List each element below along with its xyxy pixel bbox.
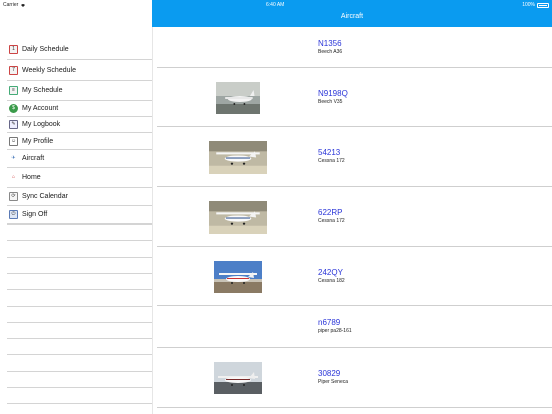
- page-title: Aircraft: [340, 13, 364, 20]
- aircraft-type: Cessna 172: [318, 218, 345, 224]
- menu-item-daily-schedule[interactable]: 1 Daily Schedule: [7, 40, 152, 60]
- side-menu: 1 Daily Schedule 7 Weekly Schedule ≡ My Sched…: [0, 0, 152, 414]
- dollar-icon: $: [9, 104, 18, 113]
- aircraft-type: Piper Seneca: [318, 379, 349, 385]
- menu-item-my-logbook[interactable]: ✎ My Logbook: [7, 117, 152, 133]
- menu-item-label: Aircraft: [22, 155, 45, 162]
- aircraft-tail-number[interactable]: 242QY: [318, 268, 343, 277]
- aircraft-row[interactable]: 622RP Cessna 172: [157, 187, 552, 247]
- aircraft-type: piper pa28-161: [318, 328, 352, 334]
- menu-item-my-account[interactable]: $ My Account: [7, 101, 152, 117]
- airplane-icon: ✈: [9, 154, 18, 163]
- menu-item-label: Sync Calendar: [22, 193, 68, 200]
- aircraft-type: Cessna 182: [318, 278, 345, 284]
- aircraft-tail-number[interactable]: 54213: [318, 148, 340, 157]
- menu-item-sign-off[interactable]: ⏻ Sign Off: [7, 206, 152, 224]
- aircraft-photo-beech: [216, 82, 260, 114]
- calendar-icon: 1: [9, 45, 18, 54]
- menu-item-weekly-schedule[interactable]: 7 Weekly Schedule: [7, 60, 152, 81]
- battery-percent: 100%: [522, 2, 535, 8]
- aircraft-type: Beech A36: [318, 49, 343, 55]
- menu-item-label: Weekly Schedule: [22, 66, 76, 74]
- status-bar: Carrier 6:40 AM 100%: [0, 0, 552, 10]
- empty-row-separator: [7, 224, 152, 225]
- wifi-icon: [21, 4, 26, 7]
- aircraft-tail-number[interactable]: 30829: [318, 369, 340, 378]
- menu-item-label: My Schedule: [22, 87, 63, 94]
- clock: 6:40 AM: [266, 2, 285, 8]
- empty-row-separator: [7, 289, 152, 290]
- empty-row-separator: [7, 403, 152, 404]
- menu-item-label: Home: [22, 174, 41, 181]
- home-icon: ⌂: [9, 173, 18, 182]
- menu-item-label: My Logbook: [22, 121, 61, 128]
- empty-row-separator: [7, 322, 152, 323]
- aircraft-photo-hangar: [209, 141, 267, 174]
- empty-row-separator: [7, 338, 152, 339]
- logbook-icon: ✎: [9, 120, 18, 129]
- menu-item-my-profile[interactable]: ☺ My Profile: [7, 133, 152, 150]
- aircraft-tail-number[interactable]: 622RP: [318, 208, 342, 217]
- menu-item-label: My Profile: [22, 137, 54, 145]
- aircraft-tail-number[interactable]: N9198Q: [318, 89, 348, 98]
- menu-item-label: Daily Schedule: [22, 46, 69, 53]
- aircraft-photo-hangar: [209, 201, 267, 234]
- aircraft-tail-number[interactable]: N1356: [318, 39, 342, 48]
- aircraft-tail-number[interactable]: n6789: [318, 318, 340, 327]
- menu-item-home[interactable]: ⌂ Home: [7, 168, 152, 188]
- empty-row-separator: [7, 306, 152, 307]
- menu-item-aircraft[interactable]: ✈ Aircraft: [7, 150, 152, 168]
- aircraft-type: Beech V35: [318, 99, 343, 105]
- schedule-icon: ≡: [9, 86, 18, 95]
- aircraft-type: Cessna 172: [318, 158, 345, 164]
- aircraft-row[interactable]: n6789 piper pa28-161: [157, 306, 552, 348]
- calendar-week-icon: 7: [9, 65, 18, 75]
- empty-row-separator: [7, 354, 152, 355]
- aircraft-photo-sky: [214, 261, 262, 293]
- aircraft-photo-ramp: [214, 362, 262, 394]
- aircraft-row[interactable]: N1356 Beech A36: [157, 27, 552, 68]
- aircraft-row[interactable]: 30829 Piper Seneca: [157, 348, 552, 408]
- menu-item-my-schedule[interactable]: ≡ My Schedule: [7, 81, 152, 101]
- battery-indicator: 100%: [522, 2, 549, 8]
- empty-row-separator: [7, 240, 152, 241]
- carrier-label: Carrier: [3, 2, 19, 8]
- aircraft-row[interactable]: 54213 Cessna 172: [157, 127, 552, 187]
- menu-item-sync-calendar[interactable]: ⟳ Sync Calendar: [7, 188, 152, 206]
- menu-item-label: My Account: [22, 105, 59, 112]
- aircraft-list[interactable]: N1356 Beech A36 N9198Q Beech V35 54213 Cessna…: [152, 27, 552, 414]
- empty-row-separator: [7, 273, 152, 274]
- aircraft-row[interactable]: 242QY Cessna 182: [157, 247, 552, 306]
- aircraft-row[interactable]: N9198Q Beech V35: [157, 68, 552, 127]
- empty-row-separator: [7, 371, 152, 372]
- sync-icon: ⟳: [9, 192, 18, 201]
- menu-item-label: Sign Off: [22, 211, 48, 218]
- empty-row-separator: [7, 387, 152, 388]
- profile-icon: ☺: [9, 136, 18, 146]
- carrier-indicator: Carrier: [3, 2, 26, 8]
- empty-row-separator: [7, 257, 152, 258]
- sign-off-icon: ⏻: [9, 210, 18, 219]
- battery-icon: [537, 2, 549, 8]
